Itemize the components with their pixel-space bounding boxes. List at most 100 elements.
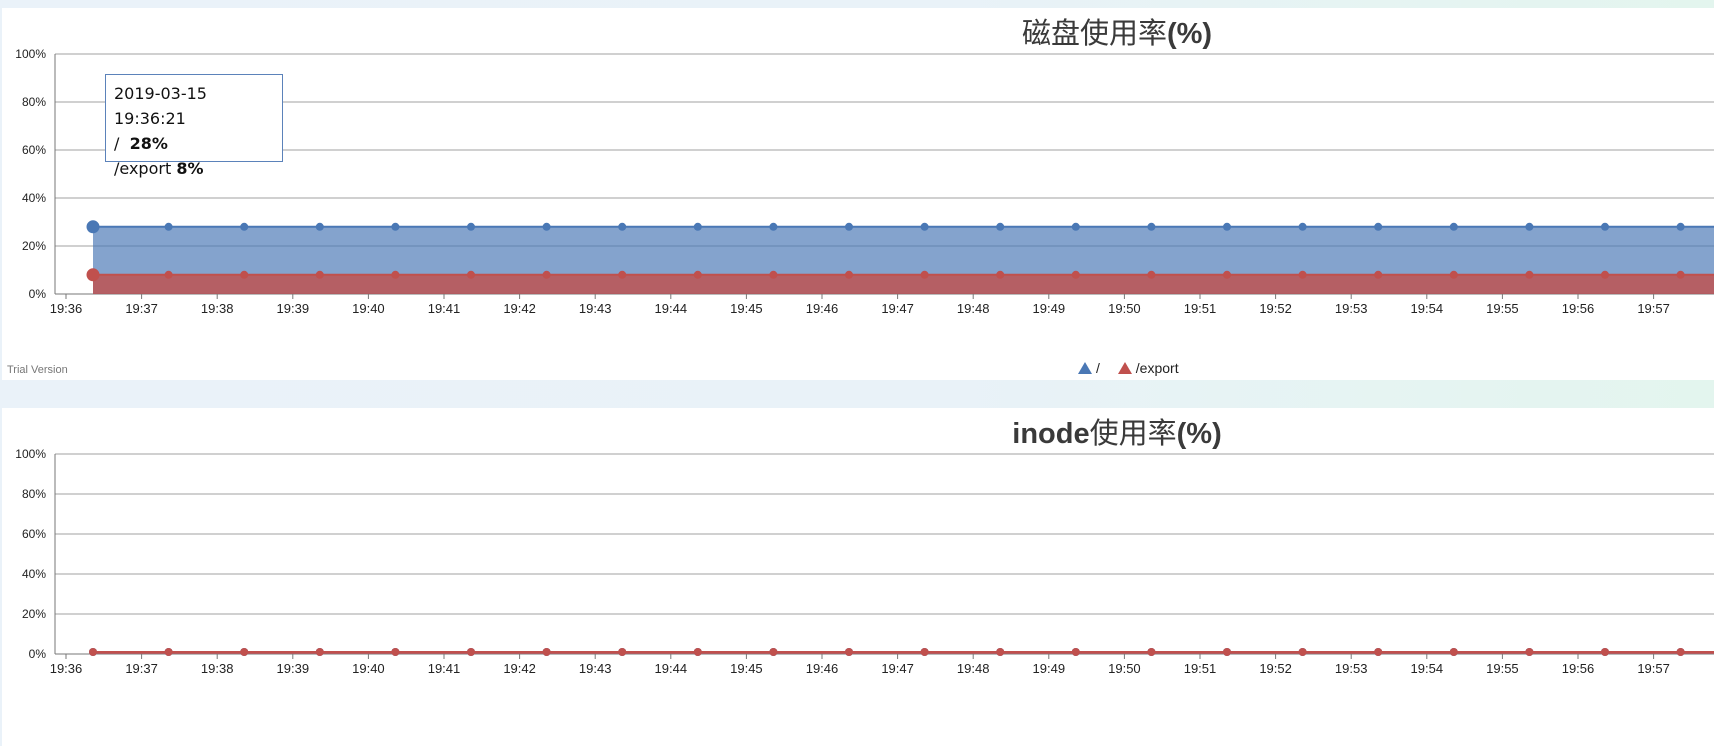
y-tick-label: 100%	[15, 47, 46, 61]
data-point	[89, 648, 97, 656]
x-tick-label: 19:54	[1411, 661, 1444, 676]
data-point	[467, 648, 475, 656]
y-tick-label: 20%	[22, 239, 46, 253]
data-point	[1071, 270, 1080, 279]
data-point	[1525, 222, 1534, 231]
y-tick-label: 80%	[22, 95, 46, 109]
data-point	[164, 648, 173, 656]
x-tick-label: 19:40	[352, 661, 385, 676]
data-point	[391, 648, 400, 656]
x-tick-label: 19:43	[579, 301, 612, 316]
data-point	[1147, 648, 1156, 656]
x-tick-label: 19:56	[1562, 301, 1595, 316]
legend-label: /	[1096, 360, 1100, 376]
data-point	[1071, 222, 1080, 231]
x-tick-label: 19:38	[201, 301, 234, 316]
y-tick-label: 20%	[22, 607, 46, 621]
data-point	[86, 220, 100, 234]
series-area	[93, 274, 1714, 294]
disk-usage-chart-panel: 磁盘使用率(%) 100% 80% 60% 40% 20% 0% 19:36 19:37 19:…	[2, 8, 1714, 380]
x-tick-label: 19:48	[957, 301, 990, 316]
data-point	[315, 222, 324, 231]
data-point	[467, 270, 475, 279]
data-point	[542, 648, 551, 656]
data-point	[618, 270, 627, 279]
tooltip-series-value: 8%	[176, 159, 204, 178]
x-tick-label: 19:47	[881, 661, 914, 676]
data-point	[769, 222, 778, 231]
y-tick-label: 60%	[22, 527, 46, 541]
data-point	[1298, 222, 1307, 231]
data-point	[1525, 648, 1534, 656]
x-tick-label: 19:46	[806, 661, 839, 676]
x-tick-label: 19:41	[428, 661, 461, 676]
x-tick-label: 19:55	[1486, 301, 1519, 316]
data-point	[1223, 270, 1231, 279]
x-tick-label: 19:37	[125, 661, 158, 676]
data-point	[1071, 648, 1080, 656]
x-tick-label: 19:53	[1335, 661, 1368, 676]
x-tick-label: 19:49	[1033, 661, 1066, 676]
data-point	[467, 222, 475, 231]
data-point	[164, 222, 173, 231]
data-point	[240, 222, 249, 231]
data-point	[1374, 648, 1383, 656]
data-point	[618, 648, 627, 656]
y-tick-label: 0%	[29, 647, 47, 661]
x-tick-label: 19:36	[50, 301, 83, 316]
x-tick-label: 19:38	[201, 661, 234, 676]
data-point	[542, 270, 551, 279]
x-tick-label: 19:49	[1033, 301, 1066, 316]
data-point	[1147, 270, 1156, 279]
x-tick-label: 19:50	[1108, 301, 1141, 316]
x-tick-label: 19:47	[881, 301, 914, 316]
data-point	[769, 270, 778, 279]
legend-item-root[interactable]: /	[1078, 360, 1100, 376]
x-tick-label: 19:55	[1486, 661, 1519, 676]
data-point	[164, 270, 173, 279]
data-point	[1525, 270, 1534, 279]
data-point	[693, 222, 702, 231]
x-tick-label: 19:39	[277, 661, 310, 676]
data-point	[845, 648, 853, 656]
data-point	[240, 648, 249, 656]
data-point	[315, 270, 324, 279]
y-tick-label: 0%	[29, 287, 47, 301]
x-tick-label: 19:40	[352, 301, 385, 316]
data-point	[920, 270, 929, 279]
x-tick-label: 19:36	[50, 661, 83, 676]
data-point	[1298, 270, 1307, 279]
data-point	[996, 222, 1005, 231]
data-point	[1449, 222, 1458, 231]
data-point	[920, 222, 929, 231]
tooltip-row-root: / 28%	[114, 131, 274, 156]
data-point	[845, 270, 853, 279]
legend-item-export[interactable]: /export	[1117, 360, 1179, 376]
x-tick-label: 19:57	[1637, 661, 1670, 676]
data-point	[920, 648, 929, 656]
data-point	[693, 270, 702, 279]
data-point	[618, 222, 627, 231]
data-point	[1298, 648, 1307, 656]
inode-usage-plot: 100% 80% 60% 40% 20% 0%19:36 19:37 19:38 19:39 19…	[15, 447, 1714, 676]
y-tick-label: 80%	[22, 487, 46, 501]
tooltip-row-export: /export 8%	[114, 156, 274, 181]
x-tick-label: 19:41	[428, 301, 461, 316]
data-point	[315, 648, 324, 656]
x-tick-label: 19:45	[730, 301, 763, 316]
y-tick-label: 40%	[22, 191, 46, 205]
y-tick-label: 40%	[22, 567, 46, 581]
x-tick-label: 19:44	[655, 301, 688, 316]
data-point	[1601, 222, 1609, 231]
data-point	[1676, 648, 1685, 656]
data-point	[1374, 270, 1383, 279]
x-tick-label: 19:39	[277, 301, 310, 316]
data-point	[240, 270, 249, 279]
x-tick-label: 19:51	[1184, 661, 1217, 676]
x-tick-label: 19:48	[957, 661, 990, 676]
x-tick-label: 19:42	[503, 661, 536, 676]
data-point	[1601, 270, 1609, 279]
data-point	[845, 222, 853, 231]
data-point	[769, 648, 778, 656]
x-tick-label: 19:54	[1411, 301, 1444, 316]
